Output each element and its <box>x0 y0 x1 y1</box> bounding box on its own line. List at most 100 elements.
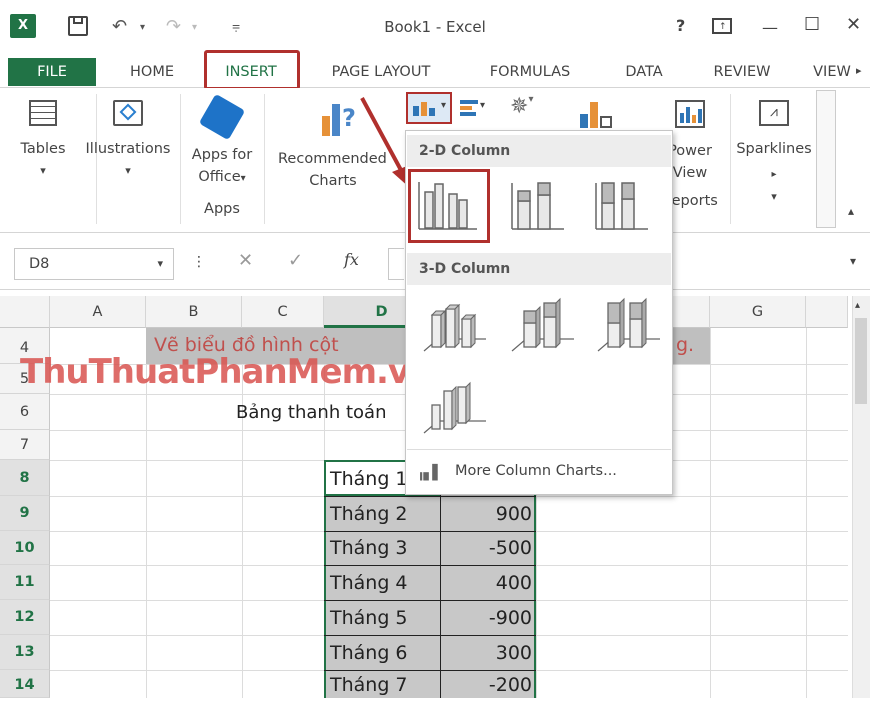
apps-label-1: Apps for <box>191 147 253 163</box>
value-cell[interactable]: -200 <box>444 668 532 702</box>
tab-home[interactable]: HOME <box>116 58 188 86</box>
tab-data[interactable]: DATA <box>612 58 676 86</box>
value-cell[interactable]: 400 <box>444 566 532 600</box>
cancel-icon[interactable]: ✕ <box>238 250 253 271</box>
more-column-charts-item[interactable]: ╻▖▌ More Column Charts... <box>407 459 671 489</box>
customize-quick-access-icon[interactable]: ⩦ <box>232 18 240 34</box>
column-header-c[interactable]: C <box>242 296 324 328</box>
100-stacked-column-icon <box>595 182 648 230</box>
column-header-f[interactable] <box>672 296 710 328</box>
month-cell[interactable]: Tháng 5 <box>330 601 408 635</box>
month-cell[interactable]: Tháng 4 <box>330 566 408 600</box>
illustrations-dropdown-icon: ▾ <box>125 164 131 177</box>
bar-chart-icon[interactable]: ▾ <box>460 98 486 118</box>
tab-formulas[interactable]: FORMULAS <box>476 58 584 86</box>
insert-tab-highlight <box>204 50 300 90</box>
clustered-column-option[interactable] <box>408 169 490 243</box>
clustered-column-icon <box>418 182 477 230</box>
month-cell[interactable]: Tháng 1 <box>330 462 408 496</box>
month-cell[interactable]: Tháng 3 <box>330 531 408 565</box>
table-icon <box>29 100 57 126</box>
value-cell[interactable]: 900 <box>444 497 532 531</box>
title-bar: X ↶ ▾ ↷ ▾ ⩦ Book1 - Excel ? ↑ — ☐ ✕ <box>0 0 870 58</box>
name-box[interactable]: D8 ▾ <box>14 248 174 280</box>
illustrations-label: Illustrations <box>85 141 171 157</box>
column-header-b[interactable]: B <box>146 296 242 328</box>
apps-for-office-button[interactable]: Apps for Office▾ Apps <box>186 93 258 220</box>
column-header-a[interactable]: A <box>50 296 146 328</box>
select-all-corner[interactable] <box>0 296 50 328</box>
stacked-column-option[interactable] <box>502 173 574 243</box>
month-cell[interactable]: Tháng 2 <box>330 497 408 531</box>
3d-clustered-column-icon <box>423 303 486 352</box>
scroll-up-icon[interactable]: ▴ <box>855 300 860 311</box>
tab-page-layout[interactable]: PAGE LAYOUT <box>316 58 446 86</box>
month-cell[interactable]: Tháng 7 <box>330 668 408 702</box>
table-heading-cell[interactable]: Bảng thanh toán <box>236 396 386 430</box>
3d-100-stacked-column-icon <box>597 297 660 352</box>
3d-column-option[interactable] <box>418 375 490 445</box>
value-cell[interactable]: 300 <box>444 636 532 670</box>
formula-bar-grip-icon: ⋮ <box>192 254 206 270</box>
sparklines-button[interactable]: ⩘ Sparklines ▸ ▾ <box>734 100 814 208</box>
row-header-14[interactable]: 14 <box>0 670 50 698</box>
dropdown-divider <box>407 449 671 450</box>
ribbon-scrollbar[interactable] <box>816 90 836 228</box>
save-icon[interactable] <box>68 16 88 36</box>
value-cell[interactable]: -500 <box>444 531 532 565</box>
undo-icon[interactable]: ↶ <box>112 16 127 37</box>
maximize-button[interactable]: ☐ <box>804 14 820 35</box>
tab-review[interactable]: REVIEW <box>700 58 784 86</box>
tab-file[interactable]: FILE <box>8 58 96 86</box>
100-stacked-column-option[interactable] <box>586 173 658 243</box>
enter-icon[interactable]: ✓ <box>288 250 303 271</box>
row-header-9[interactable]: 9 <box>0 496 50 531</box>
collapse-ribbon-icon[interactable]: ▴ <box>848 204 854 218</box>
tab-scroll-right-icon[interactable]: ▸ <box>856 64 862 77</box>
tab-view[interactable]: VIEW <box>806 58 858 86</box>
3d-clustered-column-option[interactable] <box>418 293 490 363</box>
undo-dropdown-icon[interactable]: ▾ <box>140 22 145 33</box>
expand-formula-bar-icon[interactable]: ▾ <box>850 254 856 268</box>
3d-stacked-column-icon <box>511 297 574 352</box>
redo-dropdown-icon[interactable]: ▾ <box>192 22 197 33</box>
value-cell[interactable]: -900 <box>444 601 532 635</box>
illustrations-button[interactable]: Illustrations ▾ <box>80 100 176 182</box>
column-header-h[interactable] <box>806 296 848 328</box>
vertical-scrollbar[interactable]: ▴ <box>852 296 870 698</box>
stacked-column-icon <box>511 182 564 230</box>
close-button[interactable]: ✕ <box>846 14 861 35</box>
apps-group-label: Apps <box>204 201 240 217</box>
formula-input[interactable] <box>388 248 404 280</box>
tables-label: Tables <box>20 141 66 157</box>
pivotchart-icon <box>580 98 616 128</box>
row-header-8[interactable]: 8 <box>0 460 50 496</box>
tables-button[interactable]: Tables ▾ <box>12 100 74 182</box>
illustrations-icon <box>113 100 143 126</box>
radar-chart-icon[interactable]: ✵▾ <box>510 94 533 119</box>
watermark-logo: ThuThuatPhanMem.vn <box>20 352 433 392</box>
apps-for-office-icon <box>198 93 246 141</box>
name-box-dropdown-icon[interactable]: ▾ <box>157 249 163 279</box>
chart-title-cell-end[interactable]: g. <box>676 328 694 362</box>
minimize-button[interactable]: — <box>762 18 778 37</box>
row-header-11[interactable]: 11 <box>0 565 50 600</box>
ribbon-display-options-icon[interactable]: ↑ <box>712 18 732 34</box>
3d-100-stacked-column-option[interactable] <box>592 293 664 363</box>
column-chart-dropdown-icon: ▾ <box>441 100 447 111</box>
column-header-g[interactable]: G <box>710 296 806 328</box>
row-header-13[interactable]: 13 <box>0 635 50 670</box>
row-header-7[interactable]: 7 <box>0 430 50 460</box>
column-chart-dropdown: 2-D Column 3-D Column ╻▖▌ More Column Ch… <box>405 130 673 495</box>
redo-icon[interactable]: ↷ <box>166 16 181 37</box>
row-header-10[interactable]: 10 <box>0 531 50 565</box>
3d-column-icon <box>423 381 486 434</box>
help-button[interactable]: ? <box>676 16 685 35</box>
insert-function-icon[interactable]: fx <box>344 250 359 269</box>
scroll-thumb[interactable] <box>855 318 867 404</box>
row-header-6[interactable]: 6 <box>0 394 50 430</box>
row-header-12[interactable]: 12 <box>0 600 50 635</box>
3d-stacked-column-option[interactable] <box>506 293 578 363</box>
month-cell[interactable]: Tháng 6 <box>330 636 408 670</box>
excel-logo-icon: X <box>10 14 36 38</box>
